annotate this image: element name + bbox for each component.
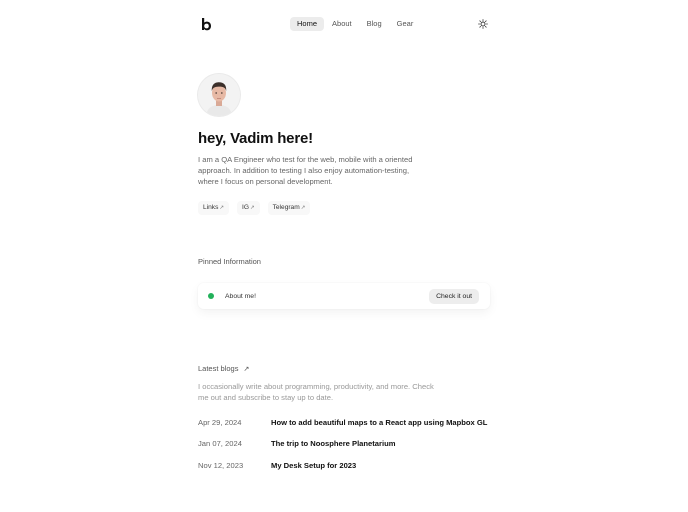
nav-blog[interactable]: Blog xyxy=(360,17,389,31)
link-label: Links xyxy=(203,204,219,211)
link-telegram[interactable]: Telegram↗ xyxy=(267,201,311,215)
nav-gear[interactable]: Gear xyxy=(390,17,421,31)
latest-blogs-label: Latest blogs xyxy=(198,364,239,373)
bio-text: I am a QA Engineer who test for the web,… xyxy=(198,155,413,186)
blog-date: Nov 12, 2023 xyxy=(198,461,244,470)
main-nav: Home About Blog Gear xyxy=(290,17,421,31)
page-title: hey, Vadim here! xyxy=(198,130,313,147)
status-dot xyxy=(208,293,214,299)
blog-title-link[interactable]: My Desk Setup for 2023 xyxy=(271,461,356,470)
link-links[interactable]: Links↗ xyxy=(198,201,230,215)
check-it-out-button[interactable]: Check it out xyxy=(429,288,479,304)
arrow-up-right-icon: ↗ xyxy=(243,365,250,373)
blog-post-row[interactable]: Jan 07, 2024 The trip to Noosphere Plane… xyxy=(198,439,498,448)
blogs-intro: I occasionally write about programming, … xyxy=(198,382,434,402)
blog-title-link[interactable]: The trip to Noosphere Planetarium xyxy=(271,439,395,448)
avatar xyxy=(198,74,240,116)
link-label: Telegram xyxy=(272,204,300,211)
pinned-heading: Pinned Information xyxy=(198,257,261,266)
logo-icon[interactable] xyxy=(199,17,213,31)
blog-post-row[interactable]: Apr 29, 2024 How to add beautiful maps t… xyxy=(198,418,498,427)
social-links: Links↗ IG↗ Telegram↗ xyxy=(198,201,318,215)
pinned-card: About me! Check it out xyxy=(198,283,490,309)
blog-date: Jan 07, 2024 xyxy=(198,439,242,448)
blog-title-link[interactable]: How to add beautiful maps to a React app… xyxy=(271,418,487,427)
pinned-item-text: About me! xyxy=(225,292,256,300)
blog-post-row[interactable]: Nov 12, 2023 My Desk Setup for 2023 xyxy=(198,461,498,470)
link-label: IG xyxy=(242,204,249,211)
arrow-up-right-icon: ↗ xyxy=(300,205,306,211)
sun-icon[interactable] xyxy=(478,19,488,29)
blog-date: Apr 29, 2024 xyxy=(198,418,242,427)
latest-blogs-heading[interactable]: Latest blogs ↗ xyxy=(198,364,249,373)
arrow-up-right-icon: ↗ xyxy=(219,205,225,211)
link-ig[interactable]: IG↗ xyxy=(237,201,260,215)
arrow-up-right-icon: ↗ xyxy=(249,205,255,211)
nav-about[interactable]: About xyxy=(325,17,359,31)
nav-home[interactable]: Home xyxy=(290,17,325,31)
avatar-portrait xyxy=(198,74,240,116)
